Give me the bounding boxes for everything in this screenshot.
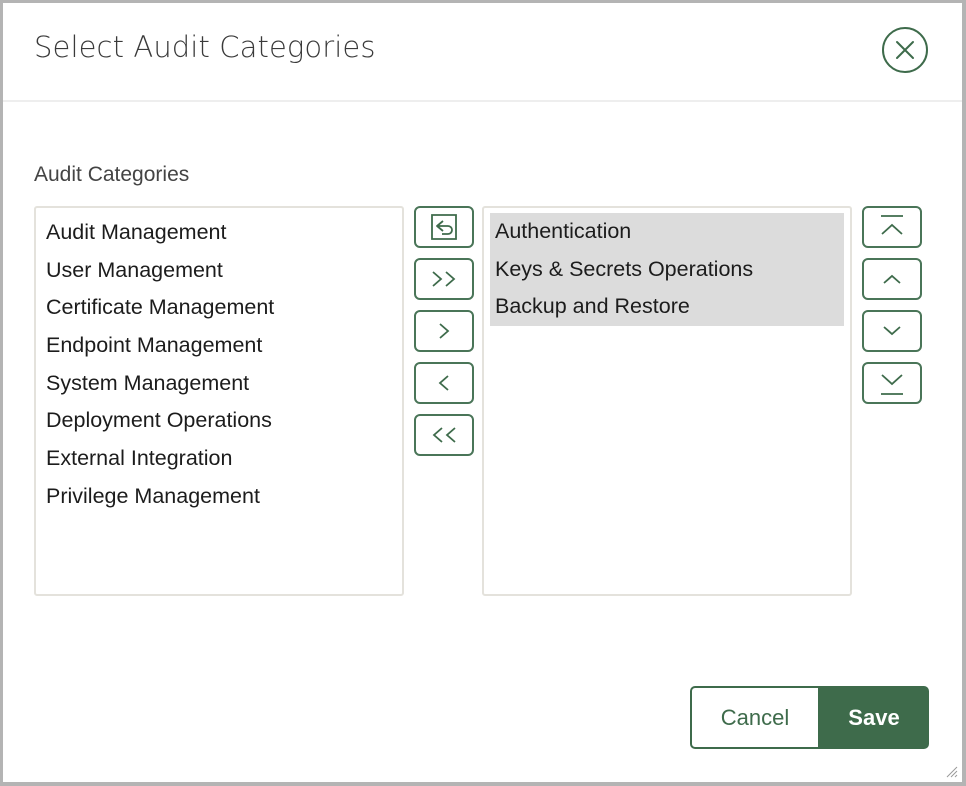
resize-grip-icon[interactable]	[944, 764, 958, 778]
order-buttons	[862, 206, 922, 404]
select-audit-categories-dialog: Select Audit Categories Audit Categories…	[3, 3, 962, 782]
chevron-up-icon	[883, 274, 901, 284]
selected-categories-list[interactable]: Authentication Keys & Secrets Operations…	[482, 206, 852, 596]
list-item[interactable]: Endpoint Management	[36, 327, 402, 365]
reset-button[interactable]	[414, 206, 474, 248]
chevron-right-icon	[439, 323, 450, 339]
transfer-buttons	[414, 206, 474, 456]
move-all-left-button[interactable]	[414, 414, 474, 456]
move-up-button[interactable]	[862, 258, 922, 300]
close-icon	[896, 41, 914, 59]
list-item[interactable]: Certificate Management	[36, 289, 402, 327]
list-item[interactable]: System Management	[36, 365, 402, 403]
available-categories-list[interactable]: Audit Management User Management Certifi…	[34, 206, 404, 596]
dialog-title: Select Audit Categories	[34, 30, 376, 64]
list-item[interactable]: Keys & Secrets Operations	[490, 250, 844, 289]
list-item[interactable]: External Integration	[36, 440, 402, 478]
list-item[interactable]: Authentication	[490, 213, 844, 251]
undo-return-icon	[431, 214, 457, 240]
move-to-top-button[interactable]	[862, 206, 922, 248]
list-item[interactable]: Privilege Management	[36, 478, 402, 516]
cancel-button[interactable]: Cancel	[690, 686, 820, 749]
move-to-bottom-button[interactable]	[862, 362, 922, 404]
dialog-header: Select Audit Categories	[3, 3, 962, 102]
chevron-up-bar-icon	[881, 215, 903, 235]
chevron-down-icon	[883, 326, 901, 336]
list-item[interactable]: Audit Management	[36, 214, 402, 252]
close-button[interactable]	[882, 27, 928, 73]
double-chevron-left-icon	[432, 427, 456, 443]
move-down-button[interactable]	[862, 310, 922, 352]
move-right-button[interactable]	[414, 310, 474, 352]
double-chevron-right-icon	[432, 271, 456, 287]
dialog-footer: Cancel Save	[690, 686, 929, 749]
list-item[interactable]: User Management	[36, 252, 402, 290]
list-item[interactable]: Backup and Restore	[490, 288, 844, 327]
save-button[interactable]: Save	[819, 686, 929, 749]
move-all-right-button[interactable]	[414, 258, 474, 300]
list-item[interactable]: Deployment Operations	[36, 402, 402, 440]
audit-categories-label: Audit Categories	[34, 163, 190, 186]
chevron-down-bar-icon	[881, 374, 903, 395]
move-left-button[interactable]	[414, 362, 474, 404]
chevron-left-icon	[438, 375, 449, 391]
